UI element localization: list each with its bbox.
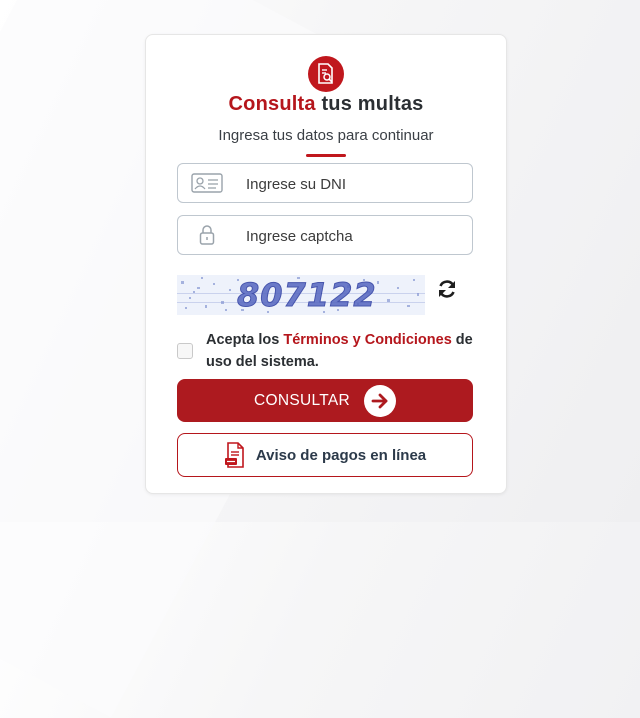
dni-field[interactable] bbox=[177, 163, 473, 204]
aviso-label: Aviso de pagos en línea bbox=[255, 446, 427, 464]
captcha-field[interactable] bbox=[177, 215, 473, 256]
consultar-label: CONSULTAR bbox=[254, 391, 350, 409]
login-card: Consulta tus multas Ingresa tus datos pa… bbox=[145, 34, 507, 494]
terms-link[interactable]: Términos bbox=[283, 332, 348, 348]
refresh-icon[interactable] bbox=[436, 278, 458, 300]
title-divider bbox=[306, 154, 346, 157]
title-rest: tus multas bbox=[315, 93, 424, 115]
document-alert-icon bbox=[224, 442, 246, 468]
terms-text: Acepta los Términos y Condiciones de uso… bbox=[206, 329, 476, 373]
id-card-icon bbox=[191, 172, 223, 194]
terms-and: y bbox=[348, 332, 365, 348]
arrow-right-icon bbox=[364, 384, 396, 417]
captcha-image: 807122 bbox=[177, 275, 425, 315]
captcha-input[interactable] bbox=[244, 216, 468, 256]
page-subtitle: Ingresa tus datos para continuar bbox=[218, 127, 434, 144]
terms-prefix: Acepta los bbox=[206, 332, 284, 348]
aviso-pagos-button[interactable]: Aviso de pagos en línea bbox=[177, 433, 473, 477]
lock-icon bbox=[191, 224, 223, 246]
page-title: Consulta tus multas bbox=[146, 93, 506, 116]
terms-checkbox[interactable] bbox=[177, 343, 193, 359]
dni-input[interactable] bbox=[244, 164, 468, 204]
consultar-button[interactable]: CONSULTAR bbox=[177, 379, 473, 422]
document-search-icon bbox=[308, 56, 344, 92]
conditions-link[interactable]: Condiciones bbox=[365, 332, 452, 348]
captcha-code: 807122 bbox=[237, 276, 377, 315]
title-accent: Consulta bbox=[228, 93, 316, 115]
